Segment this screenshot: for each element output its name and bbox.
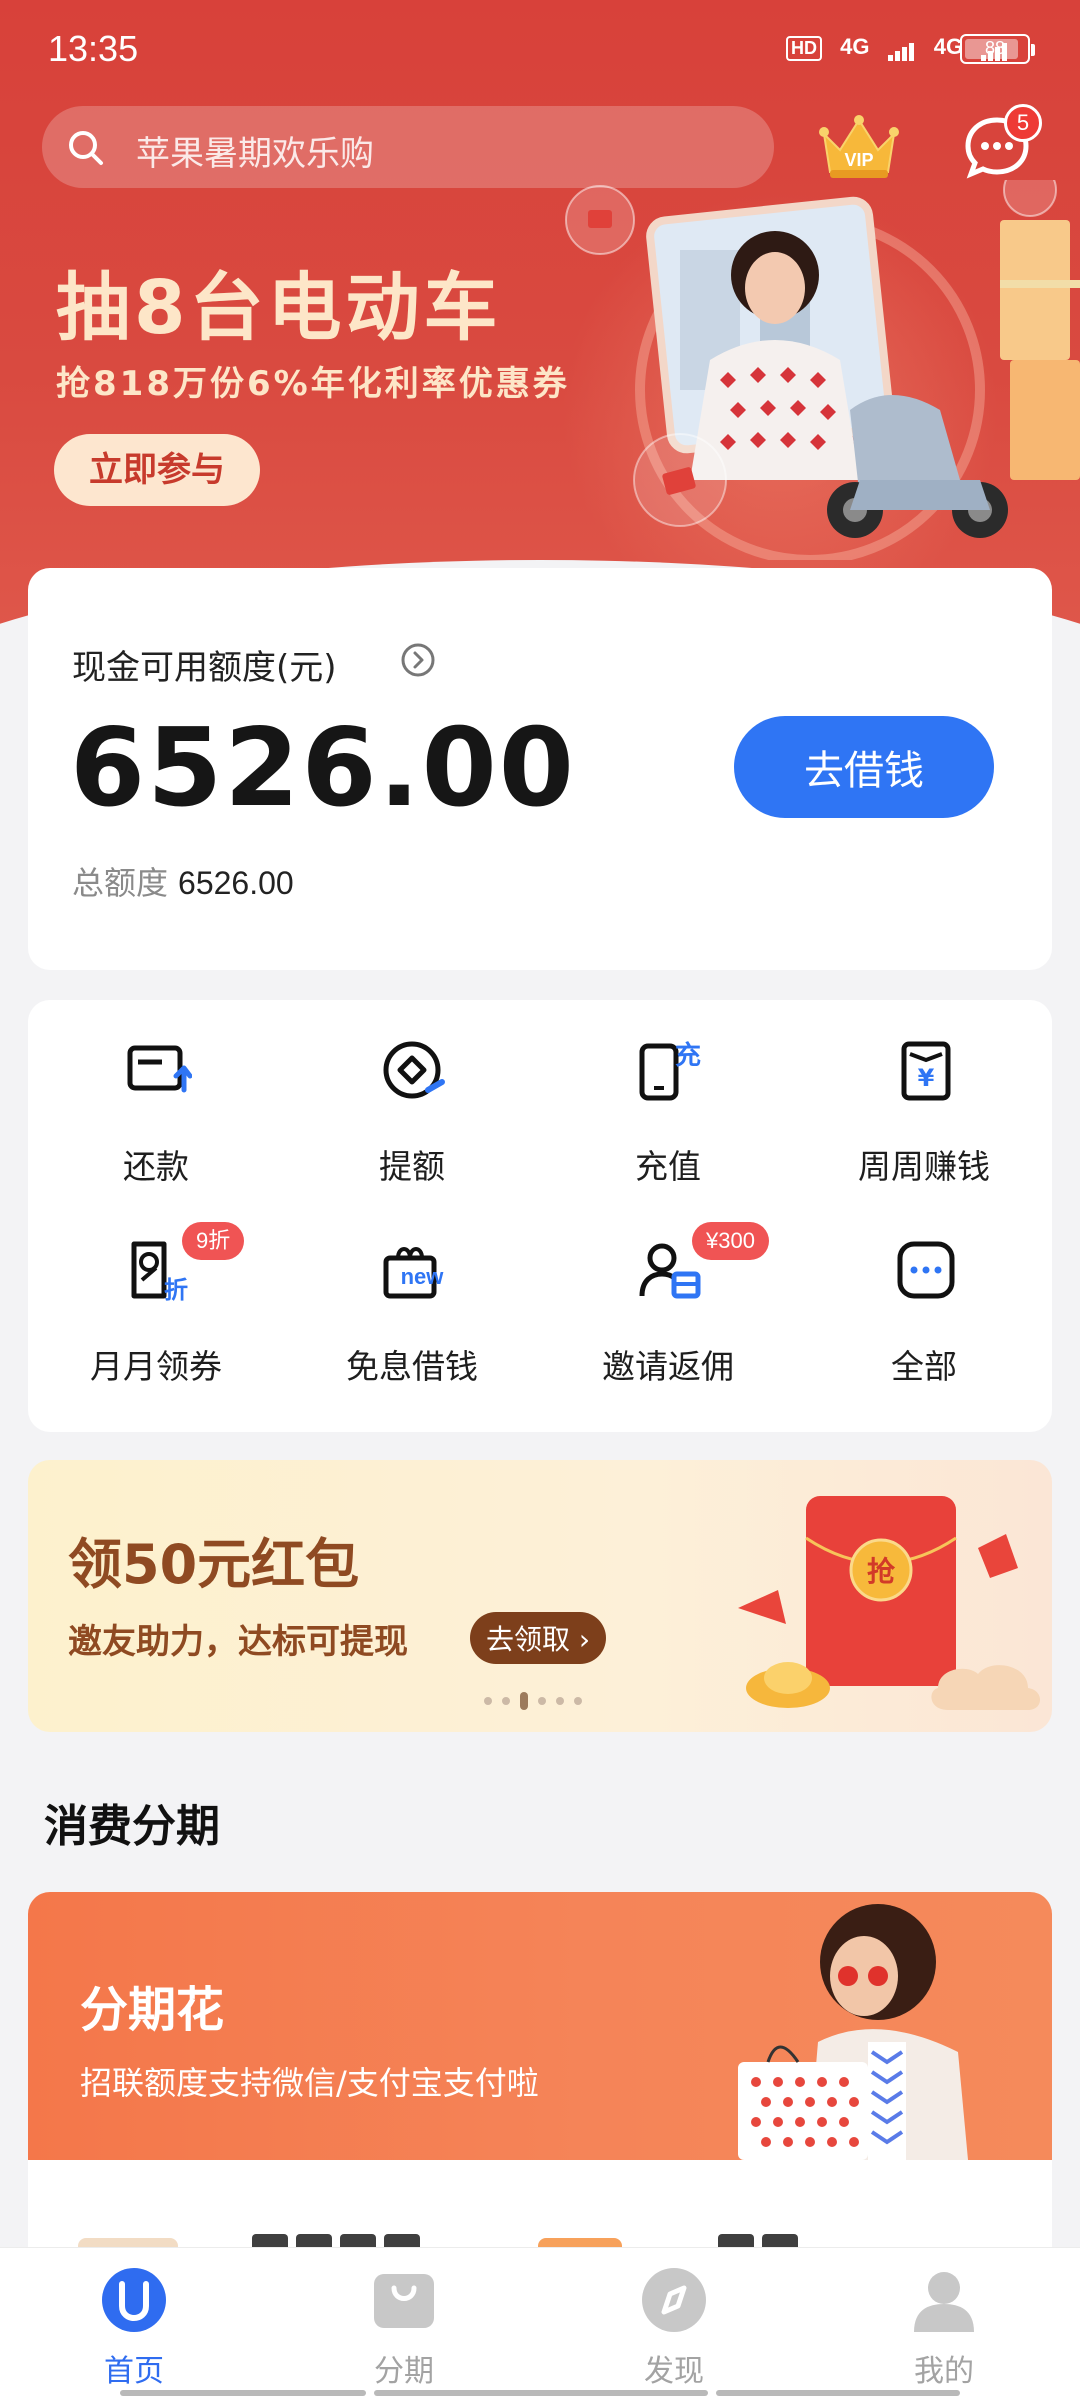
action-label: 提额 [379,1147,445,1186]
section-title: 消费分期 [44,1801,220,1852]
red-packet-title: 领50元红包 [68,1533,360,1596]
signal-icon-1 [887,35,916,61]
red-packet-subtitle: 邀友助力，达标可提现 [68,1622,408,1662]
action-interest-free[interactable]: new 免息借钱 [284,1200,540,1400]
action-all[interactable]: 全部 [796,1200,1052,1400]
tab-discover[interactable]: 发现 [574,2266,774,2389]
status-time: 13:35 [48,28,139,69]
hd-icon: HD [786,36,822,61]
discount-tag: 9折 [182,1222,245,1260]
battery-percent: 88 [984,38,1006,58]
tab-label: 发现 [644,2354,704,2389]
svg-text:折: 折 [164,1276,188,1304]
home-icon [102,2268,166,2332]
gesture-bar [120,2390,960,2396]
svg-text:抢: 抢 [867,1555,896,1588]
action-weekly-earn[interactable]: ¥ 周周赚钱 [796,1000,1052,1200]
network-4g-1: 4G [840,34,870,59]
tab-label: 我的 [914,2354,974,2389]
repay-icon [127,1045,192,1093]
tab-profile[interactable]: 我的 [844,2266,1044,2389]
action-label: 周周赚钱 [858,1147,990,1186]
battery-icon: 88 [960,34,1035,64]
action-raise-limit[interactable]: 提额 [284,1000,540,1200]
chevron-right-circle-icon[interactable] [400,642,436,678]
tab-installment[interactable]: 分期 [304,2266,504,2389]
search-icon [69,131,103,165]
claim-button[interactable]: 去领取 › [470,1612,607,1664]
total-credit-value: 6526.00 [178,865,294,901]
installment-title: 分期花 [80,1982,225,2038]
tab-home[interactable]: 首页 [34,2266,234,2389]
total-credit: 总额度 6526.00 [72,858,294,904]
action-label: 还款 [123,1147,189,1186]
action-label: 全部 [891,1347,957,1386]
carousel-indicator [484,1690,592,1710]
svg-text:¥: ¥ [918,1064,935,1092]
svg-text:VIP: VIP [844,150,873,170]
quick-actions-grid: 还款 提额 充 充值 ¥ 周周赚钱 折 9折 月月领券 new 免息借钱 ¥30… [28,1000,1052,1432]
bottom-navigation: 首页 分期 发现 我的 [0,2248,1080,2400]
promo-title: 抽8台电动车 [56,265,502,351]
carousel-dot [520,1691,528,1710]
available-credit-label: 现金可用额度(元) [72,648,337,688]
action-repay[interactable]: 还款 [28,1000,284,1200]
carousel-dot [574,1696,582,1705]
carousel-dot [556,1696,564,1705]
recharge-icon: 充 [639,1040,701,1101]
action-monthly-coupon[interactable]: 折 9折 月月领券 [28,1200,284,1400]
installment-subtitle: 招联额度支持微信/支付宝支付啦 [80,2064,539,2102]
svg-text:new: new [401,1264,445,1289]
action-invite[interactable]: ¥300 邀请返佣 [540,1200,796,1400]
search-bar[interactable]: 苹果暑期欢乐购 [42,106,774,188]
action-label: 月月领券 [90,1347,222,1386]
profile-icon [914,2272,974,2332]
interest-free-icon: new [383,1247,445,1299]
borrow-button[interactable]: 去借钱 [734,716,994,818]
tab-label: 首页 [104,2354,164,2389]
raise-limit-icon [383,1041,445,1099]
action-label: 免息借钱 [346,1347,478,1386]
action-recharge[interactable]: 充 充值 [540,1000,796,1200]
promo-subtitle: 抢818万份6%年化利率优惠券 [56,364,570,404]
status-bar: 13:35 HD 4G 4G 88 [0,0,1080,100]
credit-limit-card: 现金可用额度(元) 6526.00 总额度 6526.00 去借钱 [28,568,1052,970]
all-icon [897,1241,955,1299]
weekly-earn-icon: ¥ [901,1041,951,1101]
installment-bag-icon [374,2274,434,2328]
tab-label: 分期 [374,2354,434,2389]
compass-icon [642,2268,706,2332]
total-credit-label: 总额度 [72,864,169,902]
action-label: 邀请返佣 [602,1347,734,1386]
carousel-dot [484,1696,492,1705]
vip-crown-icon[interactable]: VIP [818,114,900,184]
shopping-woman-illustration [738,1904,968,2160]
join-now-button[interactable]: 立即参与 [54,434,260,506]
message-badge: 5 [1004,104,1042,142]
carousel-dot [502,1696,510,1705]
red-packet-banner[interactable]: 领50元红包 邀友助力，达标可提现 去领取 › 抢 [28,1460,1052,1732]
reward-tag: ¥300 [692,1222,769,1260]
available-credit-amount: 6526.00 [70,706,576,831]
action-label: 充值 [635,1147,701,1186]
promo-illustration [565,180,1080,560]
search-placeholder: 苹果暑期欢乐购 [136,134,374,174]
network-4g-2: 4G [933,34,964,59]
carousel-dot [538,1696,546,1705]
svg-text:充: 充 [675,1040,701,1071]
red-envelope-illustration: 抢 [738,1496,1040,1710]
